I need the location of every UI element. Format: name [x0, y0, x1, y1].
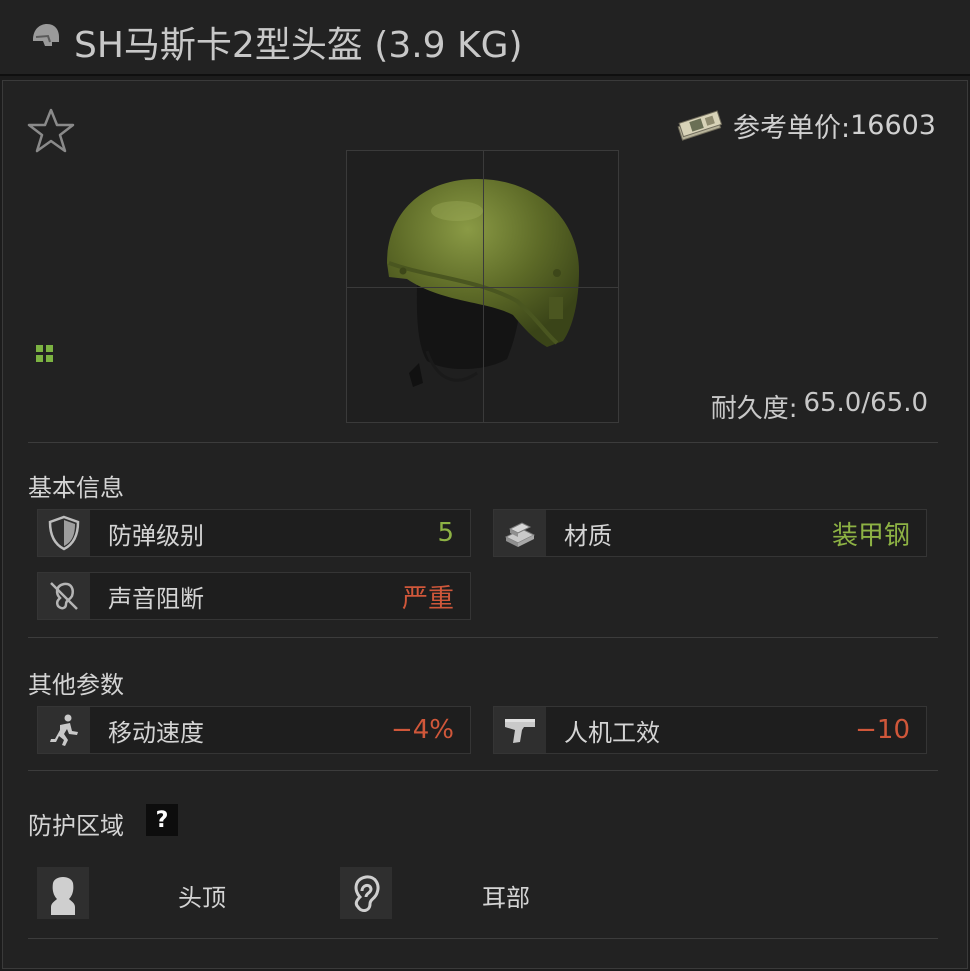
price-value: 16603 [850, 110, 936, 141]
reference-price: 参考单价: 16603 [675, 106, 936, 145]
zone-head-top [37, 867, 89, 919]
stat-value: 5 [437, 518, 454, 548]
divider [28, 442, 938, 443]
crosshair-horizontal [347, 287, 618, 288]
stat-material: 材质 装甲钢 [493, 509, 927, 557]
title-bar: SH马斯卡2型头盔 (3.9 KG) [0, 0, 970, 76]
stat-value: −4% [390, 715, 454, 745]
durability-label: 耐久度: [710, 394, 798, 424]
stat-label: 声音阻断 [108, 584, 204, 613]
zone-label: 耳部 [482, 884, 530, 912]
price-label: 参考单价: [732, 113, 851, 144]
other-params-title: 其他参数 [28, 671, 124, 699]
helmet-icon [33, 24, 59, 46]
divider [28, 637, 938, 638]
zone-ears [340, 867, 392, 919]
protection-title: 防护区域 [28, 812, 124, 840]
zone-label: 头顶 [178, 884, 226, 912]
basic-info-title: 基本信息 [28, 474, 124, 502]
item-title: SH马斯卡2型头盔 (3.9 KG) [74, 25, 523, 66]
shield-icon [48, 515, 80, 551]
pistol-icon [505, 719, 535, 743]
stat-label: 材质 [564, 521, 612, 550]
help-button[interactable]: ? [146, 804, 178, 836]
durability-value: 65.0/65.0 [803, 388, 928, 418]
running-man-icon [50, 714, 78, 746]
head-icon [51, 877, 75, 915]
stat-ergonomics: 人机工效 −10 [493, 706, 927, 754]
grid-icon [36, 345, 53, 362]
ear-icon [354, 875, 380, 913]
stat-value: −10 [855, 715, 910, 745]
ear-blocked-icon [50, 582, 78, 610]
stat-sound-blocking: 声音阻断 严重 [37, 572, 471, 620]
item-image-frame [346, 150, 619, 423]
stat-value: 装甲钢 [831, 520, 910, 551]
stat-armor-class: 防弹级别 5 [37, 509, 471, 557]
durability: 耐久度: 65.0/65.0 [711, 388, 928, 425]
armor-plates-icon [504, 522, 536, 547]
stat-label: 人机工效 [564, 718, 660, 747]
favorite-star-icon[interactable] [26, 108, 76, 154]
money-icon [677, 109, 723, 141]
stat-label: 防弹级别 [108, 521, 204, 550]
divider [28, 770, 938, 771]
stat-value: 严重 [401, 583, 454, 614]
divider [28, 938, 938, 939]
stat-move-speed: 移动速度 −4% [37, 706, 471, 754]
stat-label: 移动速度 [108, 718, 204, 747]
